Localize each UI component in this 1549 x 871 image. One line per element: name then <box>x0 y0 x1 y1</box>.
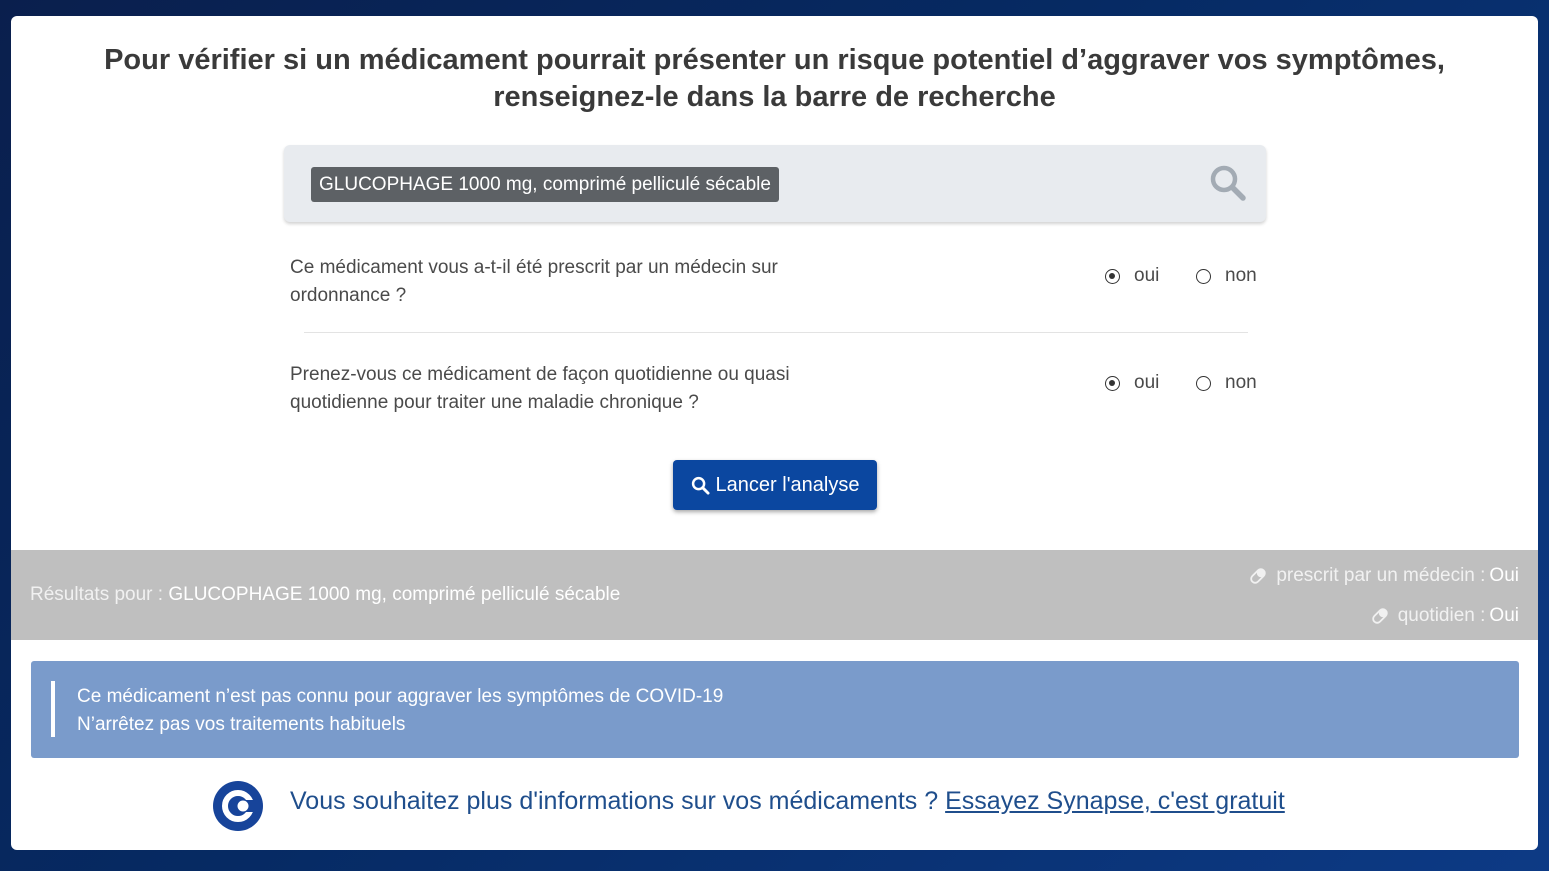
results-prescribed: prescrit par un médecin : Oui <box>1248 565 1519 587</box>
results-prefix: Résultats pour : <box>30 584 164 605</box>
question-daily: Prenez-vous ce médicament de façon quoti… <box>290 361 850 417</box>
search-bar[interactable]: GLUCOPHAGE 1000 mg, comprimé pelliculé s… <box>284 145 1266 222</box>
alert-accent-bar <box>51 681 55 737</box>
radio-checked-icon[interactable] <box>1105 375 1120 391</box>
search-selected-chip[interactable]: GLUCOPHAGE 1000 mg, comprimé pelliculé s… <box>311 167 779 202</box>
page-title: Pour vérifier si un médicament pourrait … <box>11 42 1538 116</box>
radio-label: non <box>1225 372 1257 393</box>
radio-unchecked-icon[interactable] <box>1196 268 1211 284</box>
info-alert: Ce médicament n’est pas connu pour aggra… <box>31 661 1519 758</box>
alert-line2: N’arrêtez pas vos traitements habituels <box>77 714 406 735</box>
results-daily-value: Oui <box>1489 605 1519 626</box>
pill-icon <box>1250 568 1267 584</box>
results-prescribed-value: Oui <box>1489 565 1519 586</box>
analyse-button[interactable]: Lancer l'analyse <box>673 460 877 510</box>
page-title-line2: renseignez-le dans la barre de recherche <box>493 81 1056 113</box>
radio-label: non <box>1225 265 1257 286</box>
results-daily-label: quotidien : <box>1397 605 1486 626</box>
search-icon[interactable] <box>1208 163 1248 203</box>
question-daily-line2: quotidienne pour traiter une maladie chr… <box>290 392 699 413</box>
alert-text: Ce médicament n’est pas connu pour aggra… <box>77 683 723 739</box>
alert-line1: Ce médicament n’est pas connu pour aggra… <box>77 686 724 707</box>
divider <box>304 332 1248 333</box>
main-card: Pour vérifier si un médicament pourrait … <box>11 16 1538 850</box>
radio-label: oui <box>1134 265 1160 286</box>
results-bar: Résultats pour : GLUCOPHAGE 1000 mg, com… <box>11 550 1538 640</box>
page-title-line1: Pour vérifier si un médicament pourrait … <box>104 44 1445 76</box>
promo-banner: Vous souhaitez plus d'informations sur v… <box>11 778 1538 832</box>
synapse-logo <box>213 781 263 831</box>
radio-label: oui <box>1134 372 1160 393</box>
promo-question: Vous souhaitez plus d'informations sur v… <box>290 787 939 815</box>
promo-text: Vous souhaitez plus d'informations sur v… <box>290 787 1285 816</box>
radio-daily-non[interactable]: non <box>1196 372 1257 394</box>
pill-icon <box>1372 608 1388 624</box>
radio-checked-icon[interactable] <box>1105 268 1120 284</box>
question-prescribed-line1: Ce médicament vous a-t-il été prescrit p… <box>290 257 778 278</box>
question-daily-line1: Prenez-vous ce médicament de façon quoti… <box>290 364 790 385</box>
analyse-button-label: Lancer l'analyse <box>715 473 860 496</box>
radio-daily-oui[interactable]: oui <box>1105 372 1159 394</box>
results-prescribed-label: prescrit par un médecin : <box>1276 565 1486 586</box>
question-prescribed-line2: ordonnance ? <box>290 285 407 306</box>
results-daily: quotidien : Oui <box>1370 605 1519 627</box>
question-prescribed: Ce médicament vous a-t-il été prescrit p… <box>290 254 850 310</box>
radio-prescribed-non[interactable]: non <box>1196 265 1257 287</box>
results-label: Résultats pour : GLUCOPHAGE 1000 mg, com… <box>30 584 620 606</box>
radio-prescribed-oui[interactable]: oui <box>1105 265 1159 287</box>
search-icon <box>691 476 710 495</box>
results-query: GLUCOPHAGE 1000 mg, comprimé pelliculé s… <box>168 584 621 605</box>
radio-unchecked-icon[interactable] <box>1196 375 1211 391</box>
synapse-link[interactable]: Essayez Synapse, c'est gratuit <box>945 787 1285 815</box>
